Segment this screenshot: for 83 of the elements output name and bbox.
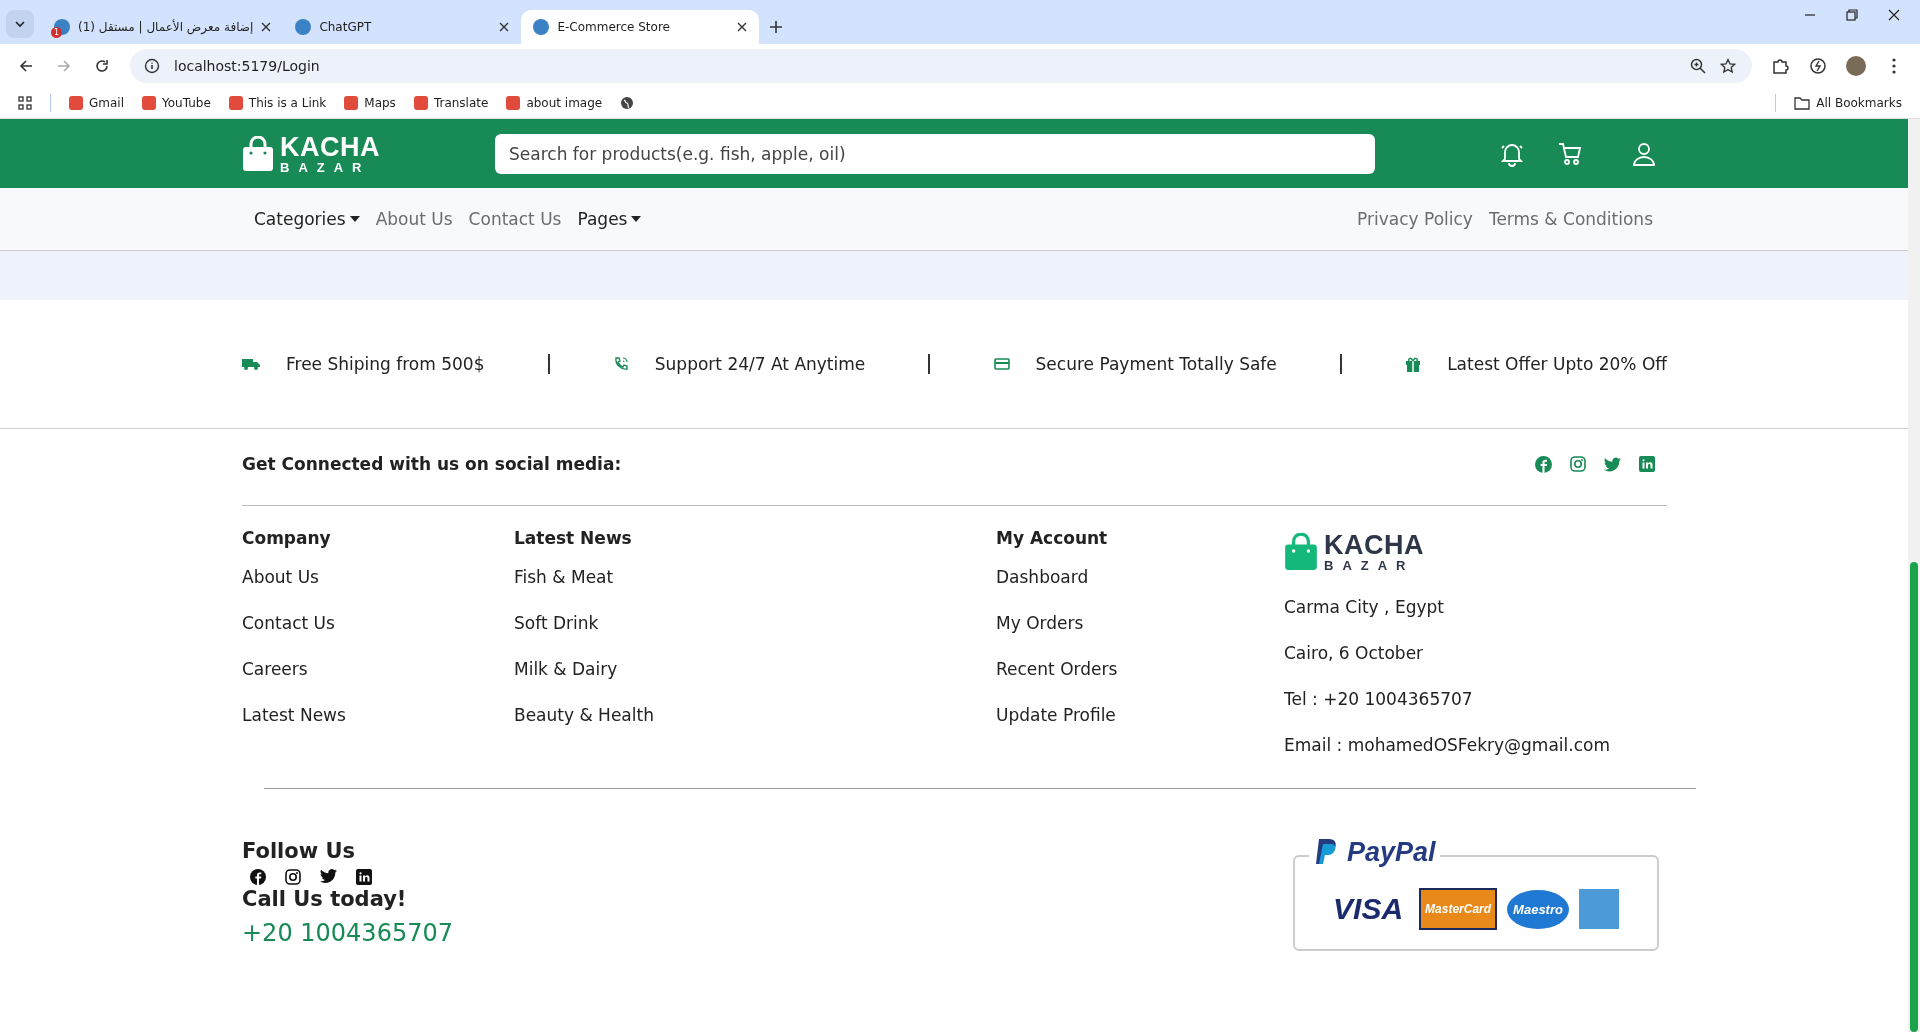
social-heading: Get Connected with us on social media: — [242, 454, 622, 474]
phone-number: +20 1004365707 — [242, 919, 453, 947]
close-icon[interactable] — [1888, 9, 1900, 21]
feature-text: Latest Offer Upto 20% Off — [1447, 354, 1667, 374]
profile-avatar[interactable] — [1846, 56, 1866, 76]
search-field[interactable]: Search for products(e.g. fish, apple, oil) — [495, 133, 1375, 174]
bookmark[interactable]: This is a Link — [228, 96, 327, 110]
site-icon: 1 — [54, 19, 70, 35]
bag-icon — [1284, 533, 1318, 571]
plus-icon — [769, 20, 784, 34]
cart-icon[interactable] — [1557, 140, 1583, 167]
feature-text: Support 24/7 At Anytime — [654, 354, 866, 374]
nav-link[interactable]: Categories — [254, 209, 360, 229]
card-logo: VISA — [1333, 892, 1404, 926]
browser-tab[interactable]: ChatGPT — [283, 10, 522, 44]
logo[interactable]: KACHA BAZAR — [242, 133, 380, 174]
footer-heading: Latest News — [514, 528, 632, 548]
phone-icon — [612, 356, 629, 372]
footer-link[interactable]: Contact Us — [242, 600, 335, 646]
twitter-icon[interactable] — [320, 869, 337, 885]
footer-link[interactable]: Update Profile — [996, 692, 1116, 738]
footer-link[interactable]: Careers — [242, 646, 308, 692]
instagram-icon[interactable] — [285, 869, 301, 885]
follow-heading: Follow Us — [242, 839, 355, 863]
logo[interactable]: KACHA BAZAR — [1284, 532, 1424, 572]
bookmark[interactable]: YouTube — [142, 96, 211, 110]
paypal-logo: PayPal — [1309, 837, 1440, 868]
star-icon[interactable] — [1720, 58, 1736, 74]
feature-text: Secure Payment Totally Safe — [1035, 354, 1277, 374]
footer-link[interactable]: Recent Orders — [996, 646, 1118, 692]
footer-link[interactable]: Dashboard — [996, 554, 1089, 600]
tab-list-button[interactable] — [6, 10, 34, 38]
footer-link[interactable]: Latest News — [242, 692, 346, 738]
zoom-icon[interactable] — [1690, 58, 1706, 74]
bookmark[interactable]: about image — [506, 96, 603, 110]
close-icon[interactable] — [499, 22, 510, 32]
folder-icon — [1794, 96, 1811, 110]
bookmark[interactable]: Gmail — [69, 96, 124, 110]
apps-icon[interactable] — [18, 96, 32, 110]
contact-line: Carma City , Egypt — [1284, 596, 1444, 619]
card-logo: MasterCard — [1419, 888, 1498, 930]
facebook-icon[interactable] — [250, 869, 266, 885]
footer-link[interactable]: Beauty & Health — [514, 692, 654, 738]
close-icon[interactable] — [737, 22, 748, 32]
linkedin-icon[interactable] — [356, 869, 372, 885]
nav-link[interactable]: Privacy Policy — [1357, 209, 1473, 229]
card-icon — [993, 358, 1010, 370]
footer-link[interactable]: About Us — [242, 554, 319, 600]
address-bar[interactable]: localhost:5179/Login — [130, 49, 1752, 83]
card-logo-drawing — [1578, 889, 1619, 929]
footer-link[interactable]: My Orders — [996, 600, 1084, 646]
chevron-down-icon — [14, 18, 26, 30]
footer-heading: My Account — [996, 528, 1108, 548]
nav-link[interactable]: Pages — [577, 209, 642, 229]
footer-link[interactable]: Fish & Meat — [514, 554, 614, 600]
bookmark[interactable]: Maps — [344, 96, 396, 110]
feature-text: Free Shiping from 500$ — [286, 354, 485, 374]
nav-link[interactable]: About Us — [375, 209, 453, 229]
footer-link[interactable]: Soft Drink — [514, 600, 599, 646]
nav-link[interactable]: Terms & Conditions — [1488, 209, 1653, 229]
restore-icon[interactable] — [1846, 9, 1858, 21]
close-icon[interactable] — [261, 22, 272, 32]
site-icon — [295, 19, 312, 35]
scrollbar[interactable] — [1908, 119, 1920, 1032]
bag-icon — [242, 135, 274, 172]
contact-line: Tel : +20 1004365707 — [1284, 688, 1473, 711]
all-bookmarks-button[interactable]: All Bookmarks — [1794, 96, 1902, 110]
site-icon — [533, 19, 550, 35]
globe-icon[interactable] — [620, 96, 635, 110]
card-logo: Maestro — [1507, 889, 1569, 929]
scrollbar-thumb[interactable] — [1910, 562, 1918, 1032]
footer-link[interactable]: Milk & Dairy — [514, 646, 618, 692]
bookmark[interactable]: Translate — [413, 96, 489, 110]
contact-line: Cairo, 6 October — [1284, 642, 1424, 665]
gift-icon — [1405, 356, 1422, 372]
nav-link[interactable]: Contact Us — [468, 209, 562, 229]
truck-icon — [242, 357, 260, 371]
contact-line: Email : mohamedOSFekry@gmail.com — [1284, 734, 1610, 757]
user-icon[interactable] — [1631, 140, 1657, 167]
call-heading: Call Us today! — [242, 887, 407, 911]
footer-heading: Company — [242, 528, 331, 548]
info-icon — [144, 58, 160, 74]
browser-tab[interactable]: E-Commerce Store — [521, 10, 760, 44]
